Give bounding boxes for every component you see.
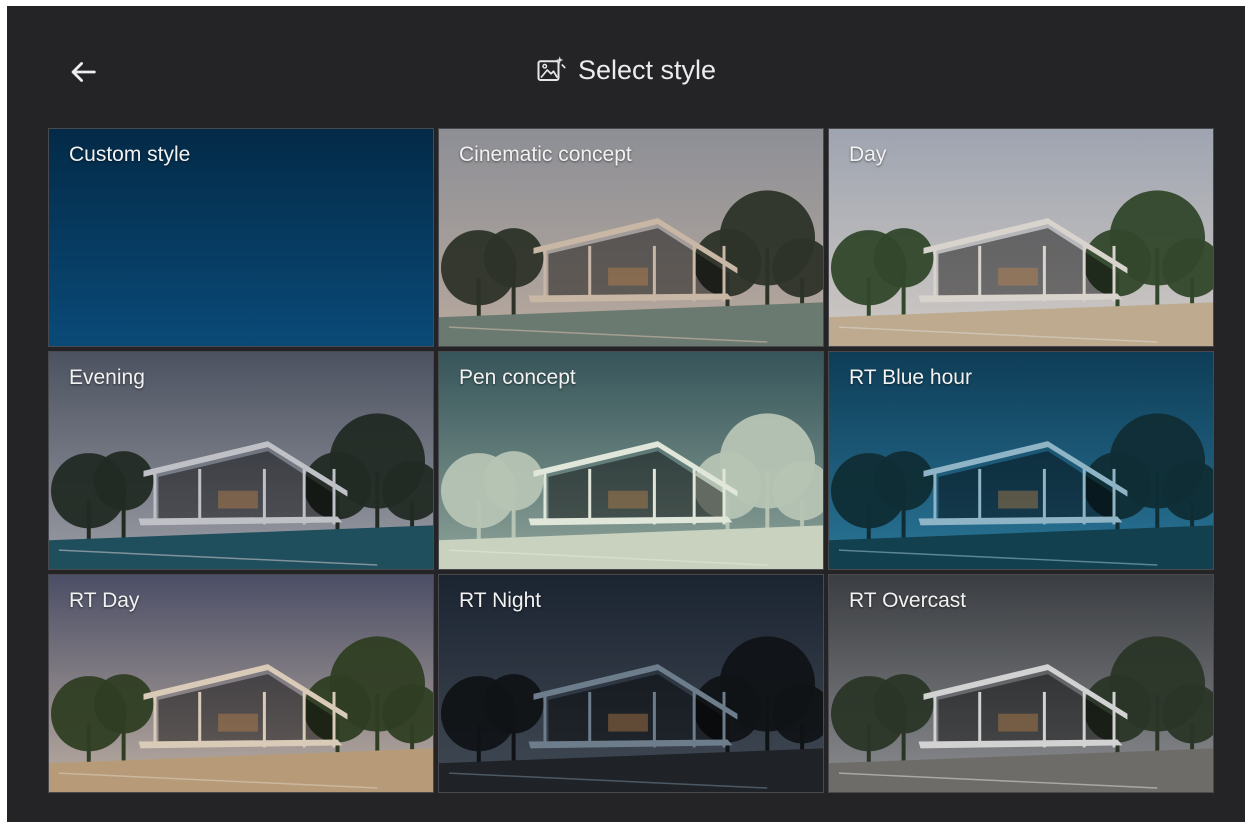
style-tile-rt-night[interactable]: RT Night	[438, 574, 824, 793]
style-grid: Custom style Cinematic concept Day Eveni…	[48, 128, 1214, 794]
dialog-title: Select style	[7, 50, 1245, 90]
style-tile-label: RT Day	[69, 589, 140, 612]
style-thumbnail	[829, 129, 1213, 346]
style-tile-pen-concept[interactable]: Pen concept	[438, 351, 824, 570]
dialog-title-text: Select style	[577, 54, 717, 85]
style-tile-label: RT Overcast	[849, 589, 967, 612]
style-tile-label: Day	[849, 143, 887, 166]
style-tile-evening[interactable]: Evening	[48, 351, 434, 570]
style-tile-rt-blue-hour[interactable]: RT Blue hour	[828, 351, 1214, 570]
dialog-header: Select style	[7, 6, 1245, 128]
style-tile-label: Pen concept	[459, 366, 576, 389]
style-tile-custom[interactable]: Custom style	[48, 128, 434, 347]
style-tile-rt-day[interactable]: RT Day	[48, 574, 434, 793]
style-tile-label: Cinematic concept	[459, 143, 632, 166]
style-tile-label: Evening	[69, 366, 145, 389]
style-tile-cinematic-concept[interactable]: Cinematic concept	[438, 128, 824, 347]
style-tile-label: RT Blue hour	[849, 366, 972, 389]
style-tile-label: RT Night	[459, 589, 542, 612]
style-tile-day[interactable]: Day	[828, 128, 1214, 347]
style-dialog: Select style Custom style Cinematic conc…	[7, 6, 1245, 822]
style-tile-label: Custom style	[69, 143, 191, 166]
image-sparkle-icon	[537, 56, 566, 81]
style-tile-rt-overcast[interactable]: RT Overcast	[828, 574, 1214, 793]
